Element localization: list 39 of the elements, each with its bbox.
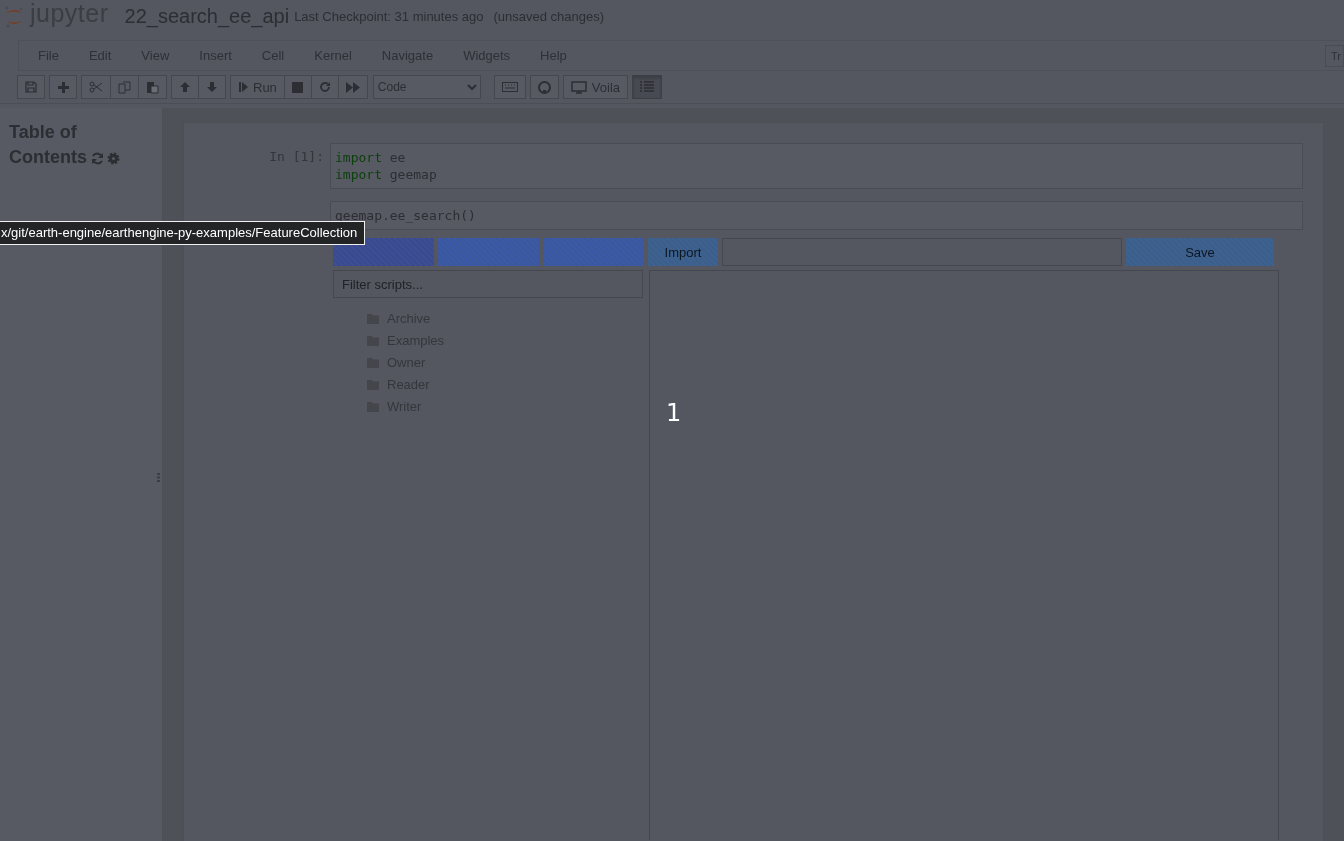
monitor-icon xyxy=(570,80,587,94)
toc-button[interactable] xyxy=(632,75,663,99)
tab-button[interactable] xyxy=(333,238,434,266)
output-text: 1 xyxy=(666,399,682,427)
github-button[interactable] xyxy=(529,75,559,99)
jupyter-logo-icon xyxy=(4,4,24,29)
save-button[interactable] xyxy=(17,75,45,99)
list-icon xyxy=(640,81,655,93)
step-forward-icon xyxy=(238,81,248,93)
plus-icon xyxy=(57,81,69,93)
keyboard-button[interactable] xyxy=(493,75,526,99)
paste-button[interactable] xyxy=(138,75,167,99)
scissors-icon xyxy=(89,81,103,93)
filter-field[interactable]: Filter scripts... xyxy=(333,270,643,298)
save-icon xyxy=(25,81,37,93)
stop-icon xyxy=(292,81,304,93)
refresh-icon[interactable] xyxy=(91,151,104,165)
interrupt-button[interactable] xyxy=(283,75,312,99)
run-all-button[interactable] xyxy=(337,75,368,99)
restart-button[interactable] xyxy=(310,75,339,99)
tab-button[interactable] xyxy=(438,238,539,266)
copy-button[interactable] xyxy=(110,75,139,99)
cut-button[interactable] xyxy=(81,75,111,99)
copy-icon xyxy=(118,80,131,94)
path-tooltip: x/git/earth-engine/earthengine-py-examples/FeatureCollection xyxy=(0,221,366,245)
arrow-down-icon xyxy=(206,81,218,93)
fast-forward-icon xyxy=(345,81,360,93)
redo-icon xyxy=(318,81,331,93)
paste-icon xyxy=(146,80,159,94)
keyboard-icon xyxy=(501,82,518,92)
move-up-button[interactable] xyxy=(171,75,199,99)
tab-button[interactable] xyxy=(543,238,644,266)
save-button[interactable]: Save xyxy=(1126,238,1274,266)
move-down-button[interactable] xyxy=(198,75,226,99)
import-button[interactable]: Import xyxy=(648,238,718,266)
settings-icon[interactable] xyxy=(107,151,120,165)
insert-cell-button[interactable] xyxy=(49,75,77,99)
resize-handle-icon[interactable] xyxy=(157,473,160,482)
arrow-up-icon xyxy=(179,81,191,93)
